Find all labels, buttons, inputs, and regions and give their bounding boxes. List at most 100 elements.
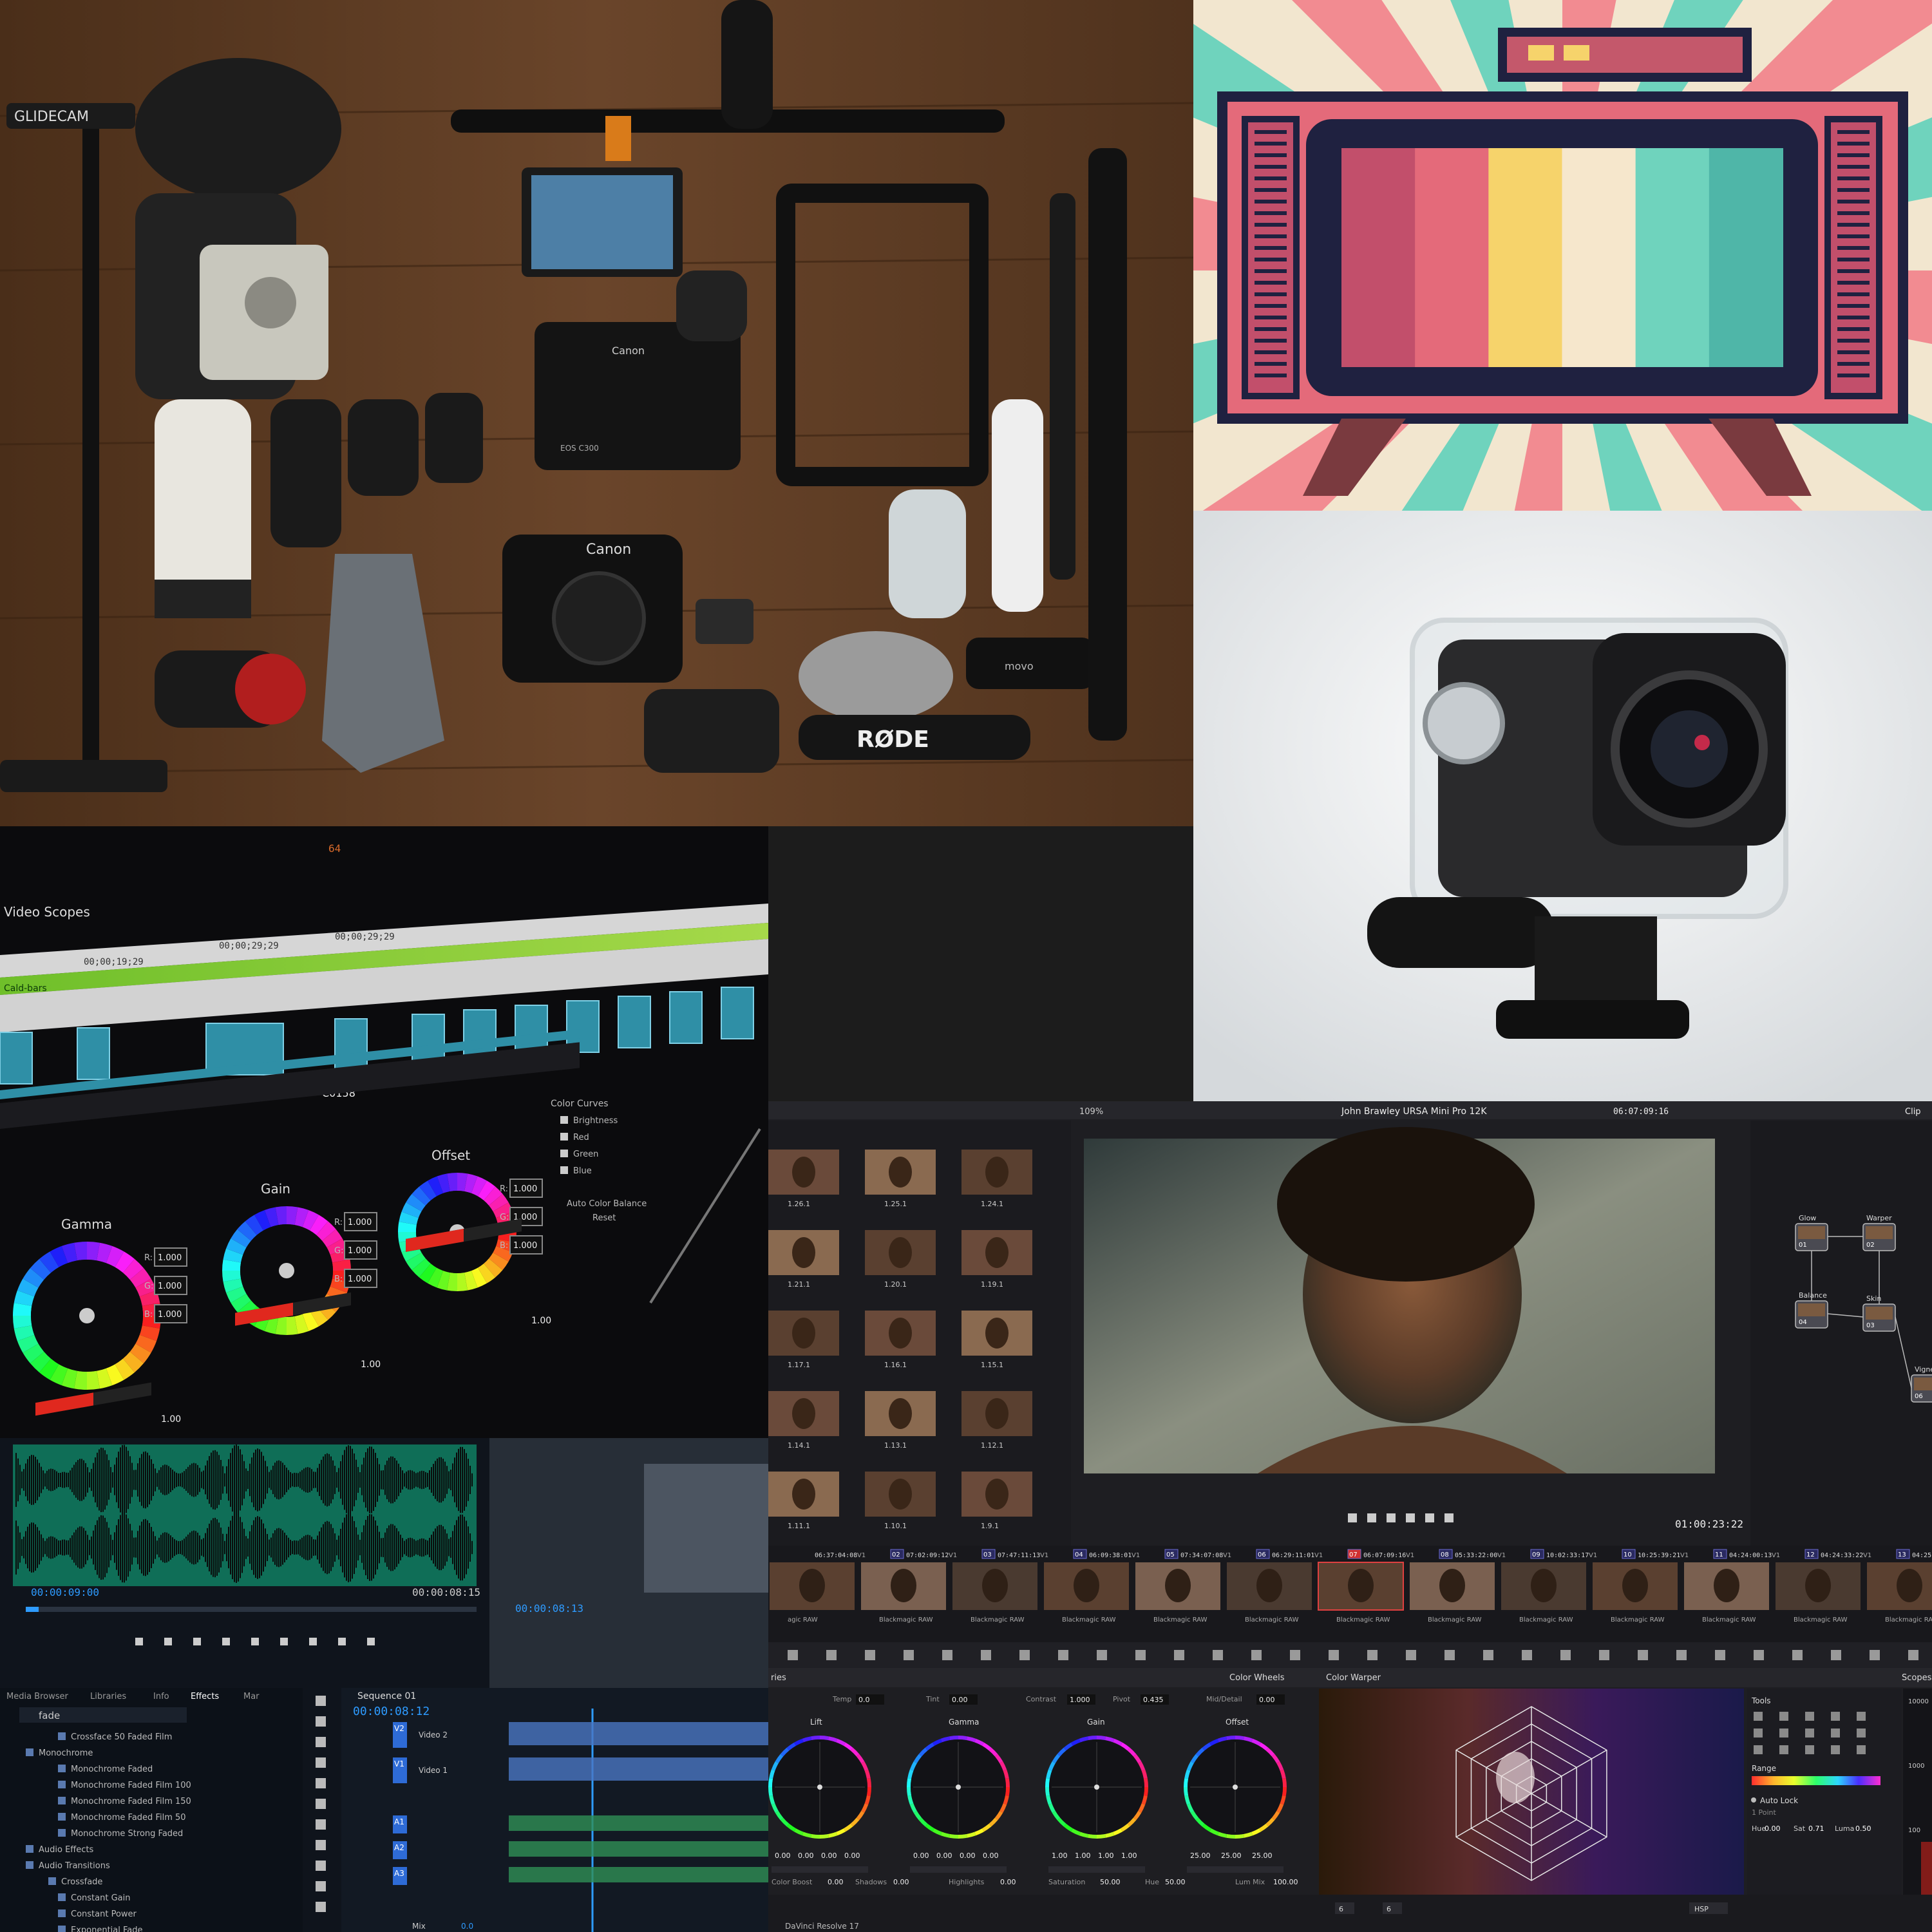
wheel-center-puck[interactable] (1233, 1785, 1238, 1790)
track-clip[interactable] (509, 1722, 768, 1745)
master-wheel-slider[interactable] (1187, 1866, 1283, 1873)
track-id[interactable]: A3 (394, 1869, 404, 1878)
toolbar-icon[interactable] (1831, 1650, 1841, 1660)
warper-tool-icon[interactable] (1754, 1712, 1763, 1721)
toolbar-icon[interactable] (981, 1650, 991, 1660)
toolbar-icon[interactable] (1174, 1650, 1184, 1660)
timeline-clip[interactable] (0, 1032, 33, 1084)
warper-dropdown-b[interactable] (1383, 1902, 1402, 1914)
curve-checkbox[interactable] (560, 1166, 568, 1174)
color-warper-title[interactable]: Color Warper (1326, 1673, 1381, 1683)
source-playhead[interactable] (26, 1607, 39, 1612)
master-wheel-slider[interactable] (910, 1866, 1007, 1873)
toolbar-icon[interactable] (1290, 1650, 1300, 1660)
curve-checkbox[interactable] (560, 1150, 568, 1157)
timeline-clip[interactable] (77, 1027, 110, 1080)
toolbar-icon[interactable] (1754, 1650, 1764, 1660)
warper-tool-icon[interactable] (1779, 1728, 1788, 1738)
luma-value[interactable]: 0.50 (1855, 1824, 1871, 1833)
auto-lock-radio[interactable] (1751, 1797, 1756, 1803)
color-curves-title[interactable]: Color Curves (551, 1099, 609, 1109)
tool-icon[interactable] (316, 1737, 326, 1747)
scopes-title[interactable]: Scopes (1902, 1673, 1932, 1683)
transport-button[interactable] (251, 1638, 259, 1645)
transport-button[interactable] (164, 1638, 172, 1645)
transport-button[interactable] (280, 1638, 288, 1645)
toolbar-icon[interactable] (1444, 1650, 1455, 1660)
tool-icon[interactable] (316, 1778, 326, 1788)
toolbar-icon[interactable] (904, 1650, 914, 1660)
panel-tab-effects[interactable]: Effects (191, 1692, 219, 1701)
warper-tool-icon[interactable] (1857, 1728, 1866, 1738)
tool-icon[interactable] (316, 1881, 326, 1891)
panel-tab-info[interactable]: Info (153, 1692, 169, 1701)
toolbar-icon[interactable] (1715, 1650, 1725, 1660)
panel-tab-libraries[interactable]: Libraries (90, 1692, 126, 1701)
tool-icon[interactable] (316, 1861, 326, 1871)
warper-tool-icon[interactable] (1805, 1745, 1814, 1754)
warper-dropdown-a[interactable] (1335, 1902, 1354, 1914)
effect-item[interactable]: Constant Gain (71, 1893, 130, 1903)
toolbar-icon[interactable] (1638, 1650, 1648, 1660)
sequence-tab[interactable]: Sequence 01 (357, 1691, 416, 1701)
viewer-transport-button[interactable] (1348, 1513, 1357, 1522)
viewer-transport-button[interactable] (1444, 1513, 1454, 1522)
effect-item[interactable]: Crossface 50 Faded Film (71, 1732, 172, 1742)
toolbar-icon[interactable] (942, 1650, 952, 1660)
wheel-center-puck[interactable] (817, 1785, 822, 1790)
timeline-clip[interactable] (669, 991, 703, 1044)
timeline-clip[interactable] (721, 987, 754, 1039)
tool-icon[interactable] (316, 1819, 326, 1830)
transport-button[interactable] (222, 1638, 230, 1645)
auto-color-balance-button[interactable]: Auto Color Balance (567, 1199, 647, 1209)
viewer-transport-button[interactable] (1425, 1513, 1434, 1522)
warper-tool-icon[interactable] (1831, 1728, 1840, 1738)
wheel-center-puck[interactable] (1094, 1785, 1099, 1790)
transport-button[interactable] (367, 1638, 375, 1645)
effect-item[interactable]: Monochrome Strong Faded (71, 1829, 183, 1839)
toolbar-icon[interactable] (1522, 1650, 1532, 1660)
viewer-transport-button[interactable] (1387, 1513, 1396, 1522)
hue-value[interactable]: 0.00 (1765, 1824, 1781, 1833)
toolbar-icon[interactable] (865, 1650, 875, 1660)
bottom-param-value[interactable]: 100.00 (1273, 1878, 1298, 1886)
viewer-zoom[interactable]: 109% (1079, 1107, 1103, 1117)
warper-tool-icon[interactable] (1857, 1745, 1866, 1754)
warper-tool-icon[interactable] (1805, 1712, 1814, 1721)
toolbar-icon[interactable] (1676, 1650, 1687, 1660)
toolbar-icon[interactable] (1367, 1650, 1378, 1660)
warper-tool-icon[interactable] (1754, 1728, 1763, 1738)
track-clip[interactable] (509, 1841, 768, 1857)
master-wheel-slider[interactable] (1048, 1866, 1145, 1873)
effect-item[interactable]: Audio Effects (39, 1845, 93, 1855)
track-clip[interactable] (509, 1757, 768, 1781)
curves-reset-button[interactable]: Reset (592, 1213, 616, 1223)
effect-item[interactable]: Crossfade (61, 1877, 102, 1887)
toolbar-icon[interactable] (788, 1650, 798, 1660)
warper-tool-icon[interactable] (1831, 1745, 1840, 1754)
toolbar-icon[interactable] (1560, 1650, 1571, 1660)
effect-item[interactable]: Constant Power (71, 1909, 137, 1919)
master-wheel-slider[interactable] (772, 1866, 868, 1873)
effect-item[interactable]: Monochrome Faded Film 50 (71, 1813, 186, 1823)
effect-item[interactable]: Monochrome Faded (71, 1765, 153, 1774)
track-id[interactable]: V2 (394, 1724, 404, 1733)
tool-icon[interactable] (316, 1696, 326, 1706)
panel-tab-media-browser[interactable]: Media Browser (6, 1692, 69, 1701)
toolbar-icon[interactable] (1870, 1650, 1880, 1660)
tool-icon[interactable] (316, 1799, 326, 1809)
toolbar-icon[interactable] (1097, 1650, 1107, 1660)
track-clip[interactable] (509, 1867, 768, 1882)
track-id[interactable]: A1 (394, 1817, 404, 1826)
tool-icon[interactable] (316, 1902, 326, 1912)
video-scopes-panel-title[interactable]: Video Scopes (4, 904, 90, 920)
effect-item[interactable]: Monochrome Faded Film 100 (71, 1781, 191, 1790)
toolbar-icon[interactable] (1483, 1650, 1493, 1660)
wheel-center-puck[interactable] (956, 1785, 961, 1790)
warper-tool-icon[interactable] (1754, 1745, 1763, 1754)
toolbar-icon[interactable] (1792, 1650, 1803, 1660)
warper-tool-icon[interactable] (1857, 1712, 1866, 1721)
timeline-clip[interactable] (618, 996, 651, 1048)
curve-checkbox[interactable] (560, 1116, 568, 1124)
bottom-param-value[interactable]: 0.00 (893, 1878, 909, 1886)
